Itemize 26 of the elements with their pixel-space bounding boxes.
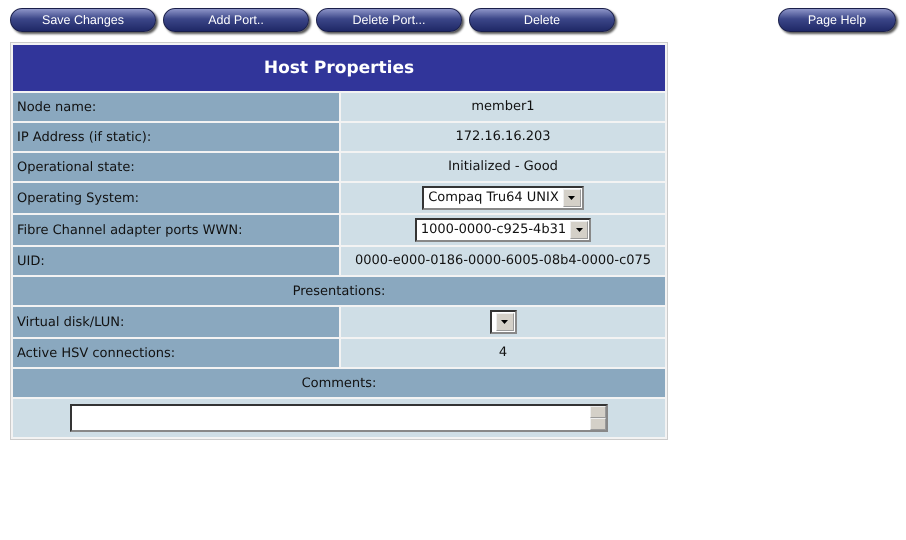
toolbar-button[interactable]: Delete <box>469 8 615 32</box>
toolbar-button[interactable]: Delete Port... <box>316 8 462 32</box>
field-label: Virtual disk/LUN: <box>13 307 339 337</box>
field-value: 4 <box>341 339 665 367</box>
dropdown[interactable] <box>490 310 516 334</box>
field-label: Operational state: <box>13 153 339 181</box>
field-label: Active HSV connections: <box>13 339 339 367</box>
section-header: Comments: <box>13 369 665 397</box>
dropdown[interactable]: 1000-0000-c925-4b31 <box>414 218 592 242</box>
field-value: member1 <box>341 93 665 121</box>
field-label: Node name: <box>13 93 339 121</box>
table-title: Host Properties <box>13 45 665 91</box>
toolbar-button[interactable]: Save Changes <box>10 8 156 32</box>
section-header: Presentations: <box>13 277 665 305</box>
dropdown[interactable]: Compaq Tru64 UNIX <box>422 186 584 210</box>
field-label: Operating System: <box>13 183 339 213</box>
scrollbar-icon[interactable] <box>590 406 606 430</box>
field-value: Initialized - Good <box>341 153 665 181</box>
help-button[interactable]: Page Help <box>778 8 896 32</box>
toolbar-button[interactable]: Add Port.. <box>163 8 309 32</box>
field-value: 172.16.16.203 <box>341 123 665 151</box>
field-label: UID: <box>13 247 339 275</box>
field-value: 0000-e000-0186-0000-6005-08b4-0000-c075 <box>341 247 665 275</box>
comments-field[interactable] <box>70 404 608 432</box>
field-label: Fibre Channel adapter ports WWN: <box>13 215 339 245</box>
field-label: IP Address (if static): <box>13 123 339 151</box>
